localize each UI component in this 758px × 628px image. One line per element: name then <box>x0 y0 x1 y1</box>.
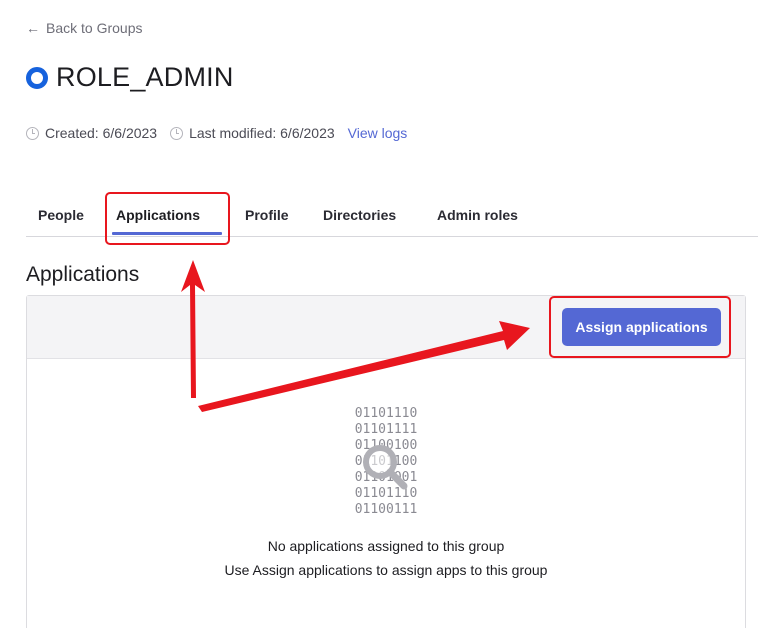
page-title: ROLE_ADMIN <box>56 62 234 92</box>
group-tabs: People Applications Profile Directories … <box>26 196 758 237</box>
assign-applications-button[interactable]: Assign applications <box>562 308 721 346</box>
arrow-left-icon: ← <box>26 20 40 36</box>
binary-line: 01101110 <box>354 406 418 421</box>
modified-info: Last modified: 6/6/2023 <box>170 125 335 141</box>
clock-icon <box>26 126 39 140</box>
section-heading: Applications <box>26 263 140 286</box>
binary-illustration: 01101110 01101111 01100100 01101100 0110… <box>341 406 431 518</box>
page-header: ROLE_ADMIN <box>26 62 234 93</box>
back-to-groups-link[interactable]: ← Back to Groups <box>26 20 143 36</box>
modified-date: Last modified: 6/6/2023 <box>189 125 335 141</box>
applications-panel: Assign applications 01101110 01101111 01… <box>26 295 746 628</box>
binary-line: 01100111 <box>354 502 418 517</box>
created-info: Created: 6/6/2023 <box>26 125 157 141</box>
tab-directories[interactable]: Directories <box>311 196 425 236</box>
magnifier-icon <box>363 445 408 490</box>
binary-line: 01101111 <box>354 422 418 437</box>
tab-people[interactable]: People <box>26 196 104 236</box>
panel-toolbar: Assign applications <box>27 296 745 359</box>
tab-profile[interactable]: Profile <box>233 196 311 236</box>
view-logs-link[interactable]: View logs <box>348 125 408 141</box>
empty-message: No applications assigned to this group <box>267 538 505 554</box>
empty-hint: Use Assign applications to assign apps t… <box>224 562 548 578</box>
tab-applications[interactable]: Applications <box>104 196 230 236</box>
created-date: Created: 6/6/2023 <box>45 125 158 141</box>
tab-admin-roles[interactable]: Admin roles <box>425 196 545 236</box>
empty-state: 01101110 01101111 01100100 01101100 0110… <box>27 406 745 578</box>
clock-icon <box>170 126 184 140</box>
meta-info: Created: 6/6/2023 Last modified: 6/6/202… <box>26 125 407 141</box>
back-link-label: Back to Groups <box>46 20 143 36</box>
group-ring-icon <box>26 66 48 89</box>
